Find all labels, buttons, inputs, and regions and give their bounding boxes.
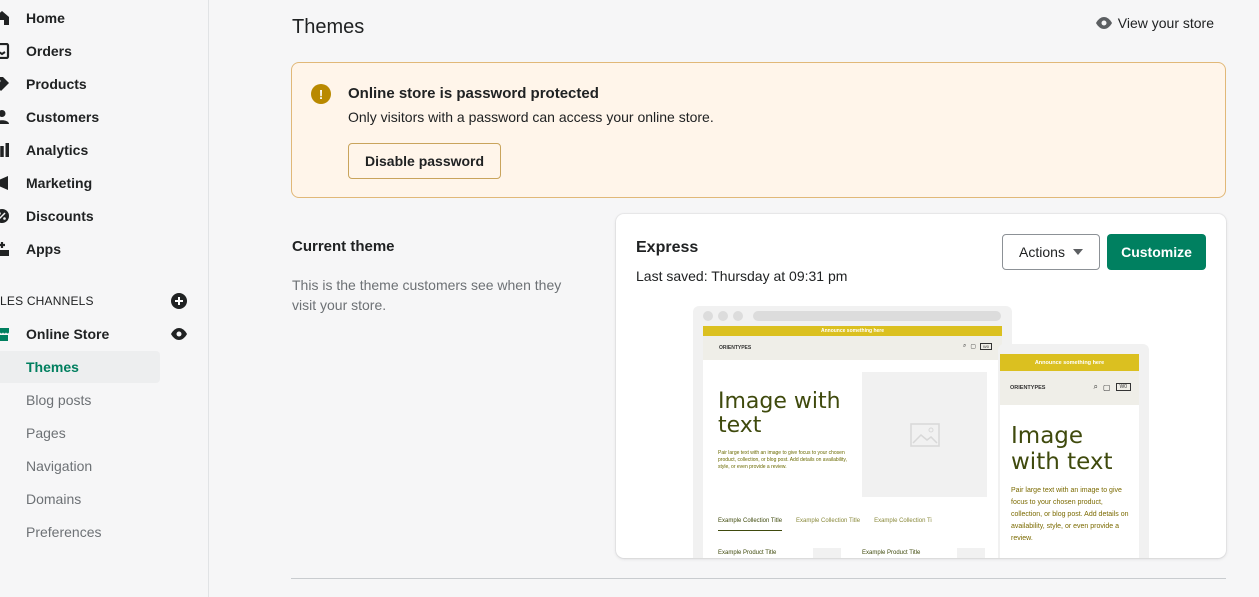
sales-channels-label: LES CHANNELS [0, 294, 94, 308]
sidebar-item-customers[interactable]: Customers [0, 102, 190, 132]
cart-badge: W0 [1115, 383, 1131, 391]
preview-heading: Image with text [718, 389, 841, 438]
preview-body: Image with text Pair large text with an … [703, 360, 1002, 558]
mobile-theme-preview: Announce something here ORIENTYPES ⌕ ▢ W0 … [998, 344, 1149, 558]
plus-circle-icon [171, 293, 187, 309]
sidebar-item-label: Marketing [26, 175, 93, 191]
search-icon: ⌕ [962, 343, 967, 349]
browser-dots [703, 311, 743, 321]
image-placeholder-icon [862, 372, 987, 497]
preview-header-icons: ⌕ ▢ W0 [1093, 382, 1131, 392]
apps-icon [0, 241, 10, 257]
view-your-store-link[interactable]: View your store [1095, 15, 1214, 31]
cart-badge: W0 [980, 343, 992, 350]
preview-product-image [813, 548, 841, 558]
view-online-store-button[interactable] [170, 325, 188, 343]
disable-password-button[interactable]: Disable password [348, 143, 502, 179]
preview-announcement-bar: Announce something here [703, 326, 1002, 336]
password-protected-banner: ! Online store is password protected Onl… [291, 62, 1226, 198]
bar-chart-icon [0, 142, 10, 158]
page-title: Themes [292, 16, 365, 38]
preview-header-icons: ⌕ ▢ W0 [963, 343, 992, 350]
sidebar-subitem-domains[interactable]: Domains [0, 483, 160, 515]
sidebar-subitem-label: Themes [26, 359, 79, 375]
sidebar-subitem-label: Pages [26, 425, 66, 441]
preview-store-header: ORIENTYPES ⌕ ▢ W0 [703, 336, 1002, 360]
preview-collection-tabs: Example Collection Title Example Collect… [718, 518, 932, 531]
bag-icon: ▢ [970, 344, 976, 350]
view-store-label: View your store [1117, 15, 1214, 31]
sidebar-subitem-label: Preferences [26, 524, 102, 540]
theme-name: Express [636, 239, 699, 256]
preview-body: Image with text Pair large text with an … [1000, 405, 1139, 558]
sidebar: Home Orders Products Customers Analytics… [0, 0, 209, 597]
banner-text: Only visitors with a password can access… [348, 109, 714, 125]
preview-tab: Example Collection Title [796, 518, 861, 524]
tag-icon [0, 76, 10, 92]
sidebar-item-label: Customers [26, 109, 100, 125]
actions-label: Actions [1019, 244, 1065, 260]
preview-copy: Pair large text with an image to give fo… [718, 450, 847, 470]
sidebar-item-apps[interactable]: Apps [0, 234, 190, 264]
eye-icon [171, 328, 187, 340]
preview-store-header: ORIENTYPES ⌕ ▢ W0 [1000, 371, 1139, 405]
sidebar-item-orders[interactable]: Orders [0, 36, 190, 66]
sidebar-subitem-themes[interactable]: Themes [0, 351, 160, 383]
sidebar-item-label: Apps [26, 241, 61, 257]
preview-logo: ORIENTYPES [719, 345, 752, 351]
preview-announcement-bar: Announce something here [1000, 354, 1139, 371]
sidebar-subitem-label: Domains [26, 491, 82, 507]
preview-product-title: Example Product Title [718, 550, 777, 556]
preview-tab: Example Collection Ti [874, 518, 932, 524]
current-theme-title: Current theme [292, 238, 395, 255]
sidebar-item-home[interactable]: Home [0, 3, 190, 33]
sidebar-item-label: Products [26, 76, 87, 92]
add-channel-button[interactable] [170, 292, 188, 310]
preview-product-title: Example Product Title [862, 550, 921, 556]
preview-heading: Image with text [1011, 423, 1113, 475]
sidebar-item-online-store[interactable]: Online Store [0, 319, 190, 349]
sidebar-item-label: Orders [26, 43, 72, 59]
main-content: Themes View your store ! Online store is… [209, 0, 1259, 597]
megaphone-icon [0, 175, 10, 191]
sidebar-subitem-blog-posts[interactable]: Blog posts [0, 384, 160, 416]
sidebar-item-label: Analytics [26, 142, 89, 158]
sidebar-item-label: Online Store [26, 326, 110, 342]
sidebar-item-products[interactable]: Products [0, 69, 190, 99]
search-icon: ⌕ [1093, 382, 1098, 391]
section-divider [291, 578, 1226, 579]
sidebar-item-marketing[interactable]: Marketing [0, 168, 190, 198]
actions-dropdown-button[interactable]: Actions [1002, 234, 1100, 270]
bag-icon: ▢ [1102, 382, 1111, 392]
current-theme-description: This is the theme customers see when the… [292, 277, 562, 313]
home-icon [0, 10, 10, 26]
customize-button[interactable]: Customize [1107, 234, 1206, 270]
preview-logo: ORIENTYPES [1010, 385, 1046, 391]
sidebar-subitem-label: Blog posts [26, 392, 92, 408]
warning-icon: ! [311, 84, 331, 104]
sidebar-subitem-label: Navigation [26, 458, 93, 474]
sidebar-subitem-pages[interactable]: Pages [0, 417, 160, 449]
person-icon [0, 109, 10, 125]
caret-down-icon [1072, 249, 1083, 255]
preview-product-image [957, 548, 985, 558]
sidebar-item-discounts[interactable]: Discounts [0, 201, 190, 231]
sidebar-item-label: Home [26, 10, 65, 26]
preview-copy: Pair large text with an image to give fo… [1011, 487, 1129, 542]
sidebar-subitem-navigation[interactable]: Navigation [0, 450, 160, 482]
preview-tab: Example Collection Title [718, 518, 783, 531]
store-icon [0, 326, 10, 342]
eye-icon [1095, 17, 1112, 29]
banner-title: Online store is password protected [348, 85, 599, 102]
theme-last-saved: Last saved: Thursday at 09:31 pm [636, 268, 848, 284]
sidebar-item-analytics[interactable]: Analytics [0, 135, 190, 165]
discount-icon [0, 208, 10, 224]
browser-url-bar [753, 311, 1001, 321]
current-theme-card: Express Last saved: Thursday at 09:31 pm… [616, 214, 1226, 558]
desktop-theme-preview: Announce something here ORIENTYPES ⌕ ▢ W0 … [693, 306, 1012, 558]
orders-icon [0, 43, 10, 59]
sidebar-subitem-preferences[interactable]: Preferences [0, 516, 160, 548]
sidebar-item-label: Discounts [26, 208, 94, 224]
